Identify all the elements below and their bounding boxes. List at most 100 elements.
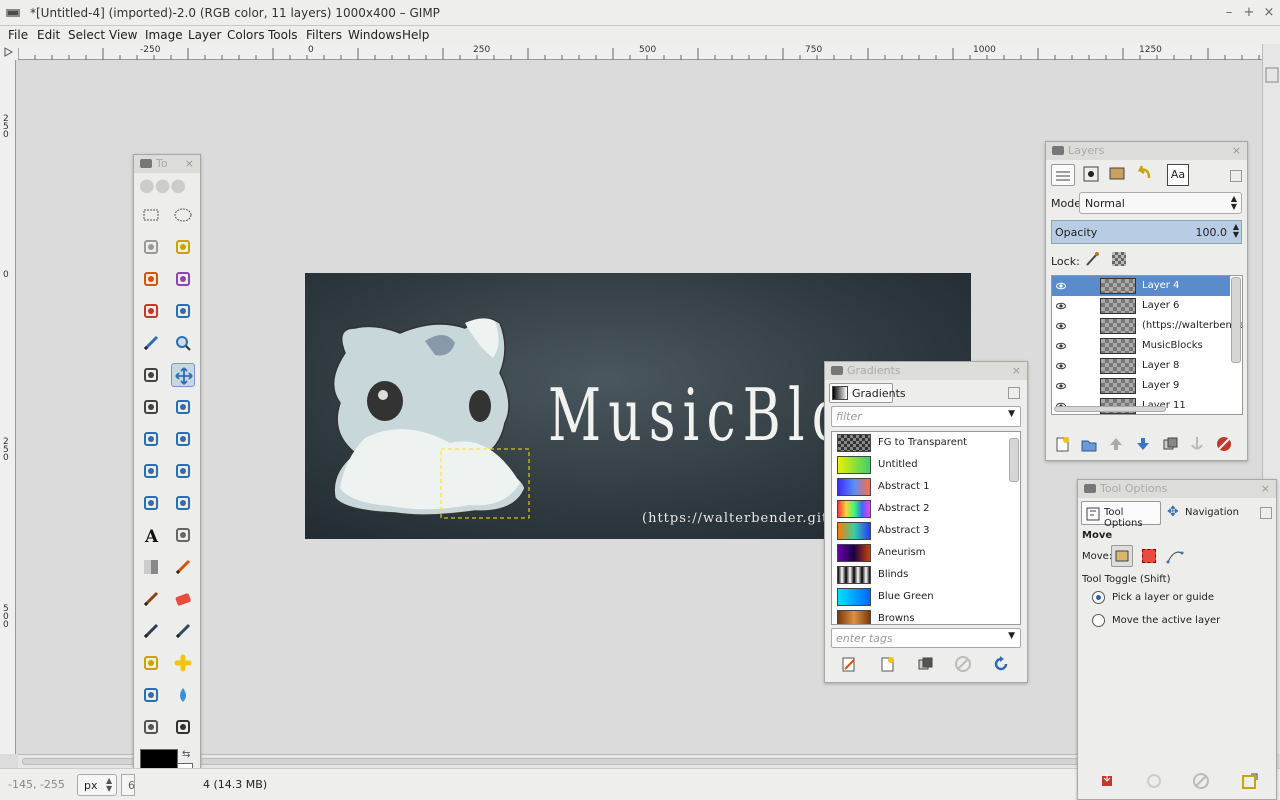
toolbox-title[interactable]: To × xyxy=(134,155,200,173)
layer-row[interactable]: MusicBlocks xyxy=(1052,336,1230,356)
gradients-title-bar[interactable]: Gradients × xyxy=(825,362,1027,380)
visibility-eye-icon[interactable] xyxy=(1056,381,1066,391)
menu-select[interactable]: Select xyxy=(68,28,105,42)
lock-pixels-icon[interactable] xyxy=(1083,250,1101,268)
measure-tool-icon[interactable] xyxy=(139,363,163,387)
mode-select[interactable]: Normal ▲ ▼ xyxy=(1079,192,1242,214)
align-tool-icon[interactable] xyxy=(139,395,163,419)
radio-pick-layer-label[interactable]: Pick a layer or guide xyxy=(1112,592,1214,603)
blend-tool-icon[interactable] xyxy=(139,555,163,579)
tab-gradients[interactable]: Gradients xyxy=(829,383,906,403)
gradient-item[interactable]: Blue Green xyxy=(832,586,1012,608)
zoom-select[interactable]: 6 xyxy=(121,774,135,796)
chevron-down-icon[interactable]: ▼ xyxy=(1008,631,1015,641)
maximize-button[interactable]: + xyxy=(1240,4,1258,22)
chevron-down-icon[interactable]: ▼ xyxy=(1008,409,1015,419)
vertical-ruler[interactable]: 2 5 0 0 2 5 0 5 0 0 xyxy=(0,60,16,754)
menu-edit[interactable]: Edit xyxy=(37,28,60,42)
unit-select[interactable]: px ▲ ▼ xyxy=(77,774,117,796)
menu-file[interactable]: File xyxy=(8,28,28,42)
visibility-eye-icon[interactable] xyxy=(1056,341,1066,351)
layer-row[interactable]: (https://walterbender. xyxy=(1052,316,1242,336)
smudge-tool-icon[interactable] xyxy=(139,715,163,739)
tab-layers[interactable] xyxy=(1051,164,1075,186)
visibility-eye-icon[interactable] xyxy=(1056,281,1066,291)
menu-filters[interactable]: Filters xyxy=(306,28,342,42)
gradient-item[interactable]: Untitled xyxy=(832,454,1012,476)
delete-layer-icon[interactable] xyxy=(1215,435,1233,453)
panel-menu-icon[interactable] xyxy=(1230,170,1242,182)
swap-colors-icon[interactable]: ⇆ xyxy=(182,749,190,760)
move-layer-button[interactable] xyxy=(1111,545,1133,567)
filter-input[interactable]: filter ▼ xyxy=(831,406,1021,427)
layer-list[interactable]: Layer 4 Layer 6 (https://walterbender. Musi… xyxy=(1051,275,1243,415)
menu-help[interactable]: Help xyxy=(402,28,429,42)
horizontal-scrollbar[interactable] xyxy=(18,754,1262,768)
visibility-eye-icon[interactable] xyxy=(1056,321,1066,331)
close-icon[interactable]: × xyxy=(1261,480,1270,498)
radio-pick-layer[interactable] xyxy=(1092,591,1105,604)
gradient-list-scrollbar[interactable] xyxy=(1009,438,1019,482)
scale-tool-icon[interactable] xyxy=(171,427,195,451)
lower-layer-icon[interactable] xyxy=(1134,435,1152,453)
scissors-tool-icon[interactable] xyxy=(171,267,195,291)
paintbrush-tool-icon[interactable] xyxy=(139,587,163,611)
tab-tool-options[interactable]: Tool Options xyxy=(1081,501,1161,529)
move-path-button[interactable] xyxy=(1166,547,1184,565)
layer-row[interactable]: Layer 4 xyxy=(1052,276,1230,296)
perspective-tool-icon[interactable] xyxy=(171,459,195,483)
anchor-layer-icon[interactable] xyxy=(1188,435,1206,453)
radio-move-active[interactable] xyxy=(1092,614,1105,627)
layers-title-bar[interactable]: Layers × xyxy=(1046,142,1247,160)
perspective-clone-tool-icon[interactable] xyxy=(139,683,163,707)
gradient-list[interactable]: FG to Transparent Untitled Abstract 1 Abstr… xyxy=(831,431,1021,625)
menu-layer[interactable]: Layer xyxy=(188,28,221,42)
menu-windows[interactable]: Windows xyxy=(348,28,402,42)
new-layer-group-icon[interactable] xyxy=(1080,435,1098,453)
tab-paths[interactable] xyxy=(1107,164,1129,186)
gradient-item[interactable]: Browns xyxy=(832,608,1012,624)
layer-row[interactable]: Layer 8 xyxy=(1052,356,1230,376)
edit-gradient-icon[interactable] xyxy=(840,655,858,673)
horizontal-ruler[interactable]: -250 0 250 500 750 1000 1250 xyxy=(18,44,1262,60)
tool-options-title-bar[interactable]: Tool Options × xyxy=(1078,480,1276,498)
save-options-icon[interactable] xyxy=(1098,772,1116,790)
gradient-item[interactable]: Abstract 2 xyxy=(832,498,1012,520)
duplicate-gradient-icon[interactable] xyxy=(916,655,934,673)
tab-fonts[interactable]: Aa xyxy=(1167,164,1189,186)
close-icon[interactable]: × xyxy=(185,155,194,173)
color-select-tool-icon[interactable] xyxy=(139,267,163,291)
ruler-corner[interactable] xyxy=(0,44,18,60)
heal-tool-icon[interactable] xyxy=(171,651,195,675)
clone-tool-icon[interactable] xyxy=(139,651,163,675)
menu-colors[interactable]: Colors xyxy=(227,28,265,42)
tab-channels[interactable] xyxy=(1081,164,1103,186)
fuzzy-select-tool-icon[interactable] xyxy=(171,235,195,259)
lock-alpha-icon[interactable] xyxy=(1112,252,1126,266)
close-icon[interactable]: × xyxy=(1012,362,1021,380)
move-tool-icon[interactable] xyxy=(171,363,195,387)
color-picker-tool-icon[interactable] xyxy=(139,331,163,355)
visibility-eye-icon[interactable] xyxy=(1056,301,1066,311)
new-layer-icon[interactable] xyxy=(1053,435,1071,453)
gradient-item[interactable]: FG to Transparent xyxy=(832,432,1012,454)
cage-tool-icon[interactable] xyxy=(171,491,195,515)
visibility-eye-icon[interactable] xyxy=(1056,361,1066,371)
ink-tool-icon[interactable] xyxy=(171,619,195,643)
eraser-tool-icon[interactable] xyxy=(171,587,195,611)
panel-menu-icon[interactable] xyxy=(1008,387,1020,399)
close-button[interactable]: × xyxy=(1260,4,1278,22)
tab-undo-history[interactable] xyxy=(1134,164,1156,186)
layer-list-hscrollbar[interactable] xyxy=(1054,406,1166,412)
gradient-item[interactable]: Aneurism xyxy=(832,542,1012,564)
menu-view[interactable]: View xyxy=(109,28,137,42)
reset-options-icon[interactable] xyxy=(1241,772,1259,790)
rect-select-tool-icon[interactable] xyxy=(139,203,163,227)
dodge-burn-tool-icon[interactable] xyxy=(171,715,195,739)
new-gradient-icon[interactable] xyxy=(878,655,896,673)
tab-navigation[interactable]: ✥ Navigation xyxy=(1164,501,1244,525)
delete-gradient-icon[interactable] xyxy=(954,655,972,673)
pencil-tool-icon[interactable] xyxy=(171,555,195,579)
gradient-item[interactable]: Abstract 3 xyxy=(832,520,1012,542)
crop-tool-icon[interactable] xyxy=(171,395,195,419)
